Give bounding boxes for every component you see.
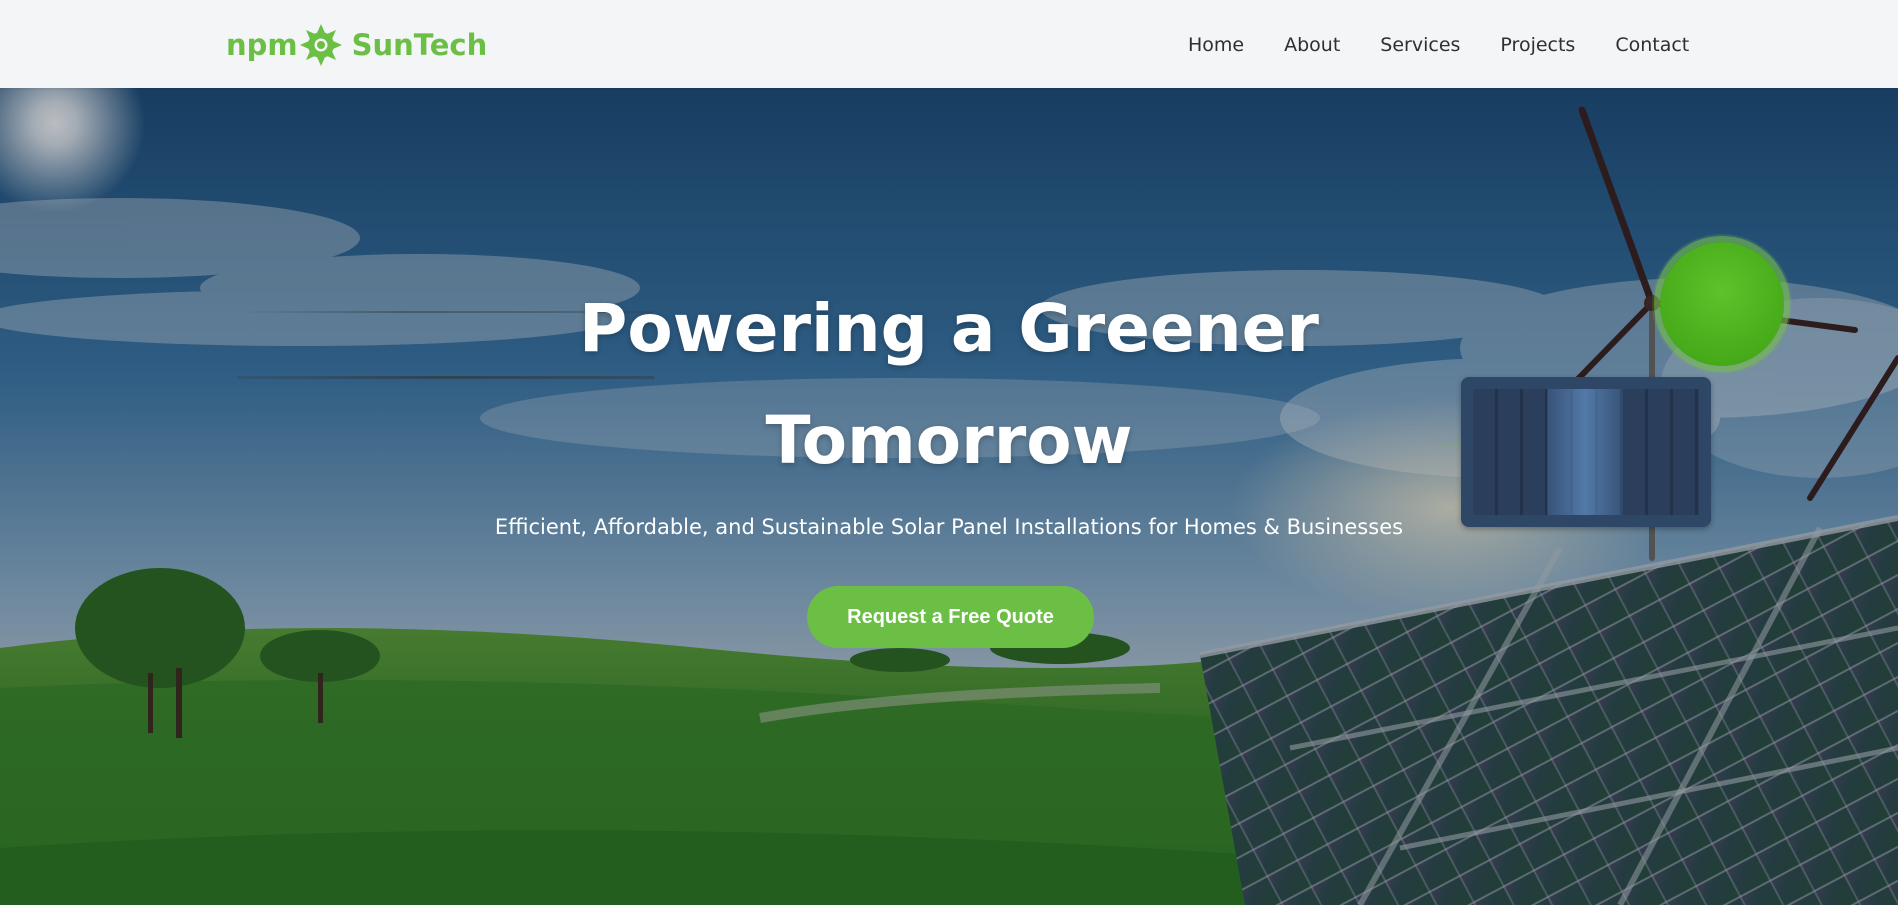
- logo-brand: SunTech: [351, 28, 488, 62]
- hero-subtitle: Efficient, Affordable, and Sustainable S…: [494, 515, 1404, 539]
- nav-about-link[interactable]: About: [1284, 30, 1340, 60]
- hero-title: Powering a Greener Tomorrow: [0, 273, 1898, 497]
- nav-home-link[interactable]: Home: [1188, 30, 1244, 60]
- hero-title-line-2: Tomorrow: [765, 402, 1133, 479]
- hero-title-line-1: Powering a Greener: [579, 290, 1319, 367]
- site-logo[interactable]: npm SunTech: [226, 22, 487, 68]
- site-header: npm SunTech Home About Services Projects…: [0, 0, 1898, 88]
- hero-section: Powering a Greener Tomorrow Efficient, A…: [0, 88, 1898, 905]
- request-quote-button[interactable]: Request a Free Quote: [807, 586, 1094, 648]
- logo-prefix: npm: [226, 28, 298, 62]
- nav-projects-link[interactable]: Projects: [1500, 30, 1575, 60]
- sun-icon: [299, 23, 343, 67]
- nav-contact-link[interactable]: Contact: [1615, 30, 1689, 60]
- main-nav: Home About Services Projects Contact: [1188, 30, 1729, 60]
- nav-services-link[interactable]: Services: [1380, 30, 1460, 60]
